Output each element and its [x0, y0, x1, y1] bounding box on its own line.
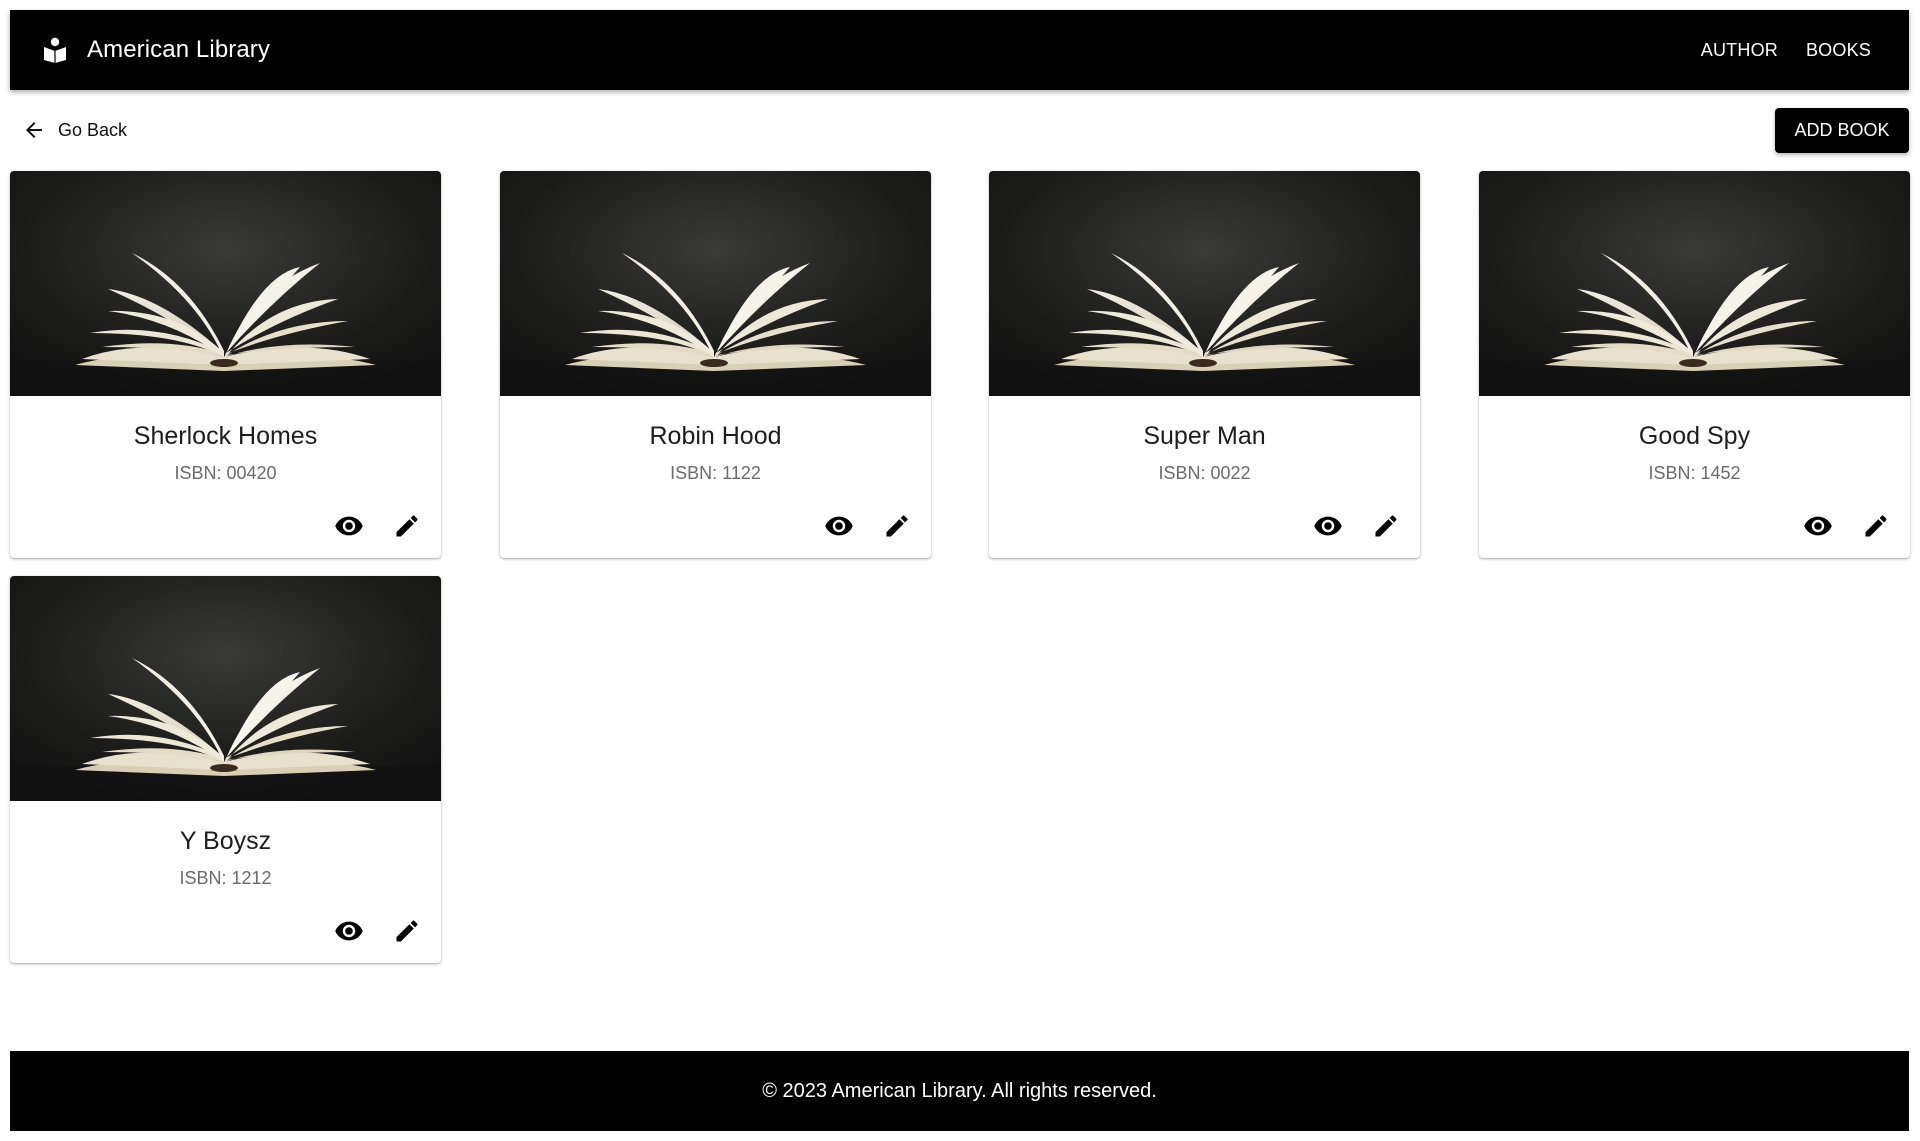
- eye-icon[interactable]: [1310, 508, 1346, 544]
- arrow-left-icon: [22, 118, 46, 142]
- book-isbn: ISBN: 1122: [670, 463, 761, 483]
- app-title: American Library: [87, 36, 270, 63]
- app-header: American Library AUTHOR BOOKS: [10, 10, 1909, 90]
- book-cover-image: [989, 171, 1420, 396]
- reading-book-icon: [41, 36, 69, 64]
- book-title: Super Man: [1143, 422, 1266, 450]
- book-title: Y Boysz: [179, 827, 272, 855]
- nav-books[interactable]: BOOKS: [1796, 32, 1881, 69]
- book-card: Sherlock Homes ISBN: 00420: [10, 171, 441, 558]
- book-cover-image: [10, 576, 441, 801]
- card-actions: [331, 508, 425, 544]
- app-footer: © 2023 American Library. All rights rese…: [10, 1051, 1909, 1131]
- book-card: Super Man ISBN: 0022: [989, 171, 1420, 558]
- book-isbn: ISBN: 1452: [1648, 463, 1741, 483]
- eye-icon[interactable]: [821, 508, 857, 544]
- copyright-text: © 2023 American Library. All rights rese…: [762, 1079, 1157, 1102]
- go-back-button[interactable]: Go Back: [22, 114, 127, 146]
- book-isbn: ISBN: 00420: [174, 463, 277, 483]
- pencil-icon[interactable]: [389, 508, 425, 544]
- pencil-icon[interactable]: [1368, 508, 1404, 544]
- eye-icon[interactable]: [331, 913, 367, 949]
- go-back-label: Go Back: [58, 119, 128, 140]
- eye-icon[interactable]: [1800, 508, 1836, 544]
- card-actions: [1800, 508, 1894, 544]
- book-cover-image: [500, 171, 931, 396]
- brand[interactable]: American Library: [41, 36, 270, 64]
- card-actions: [331, 913, 425, 949]
- card-actions: [1310, 508, 1404, 544]
- pencil-icon[interactable]: [1858, 508, 1894, 544]
- main-nav: AUTHOR BOOKS: [1691, 32, 1881, 69]
- book-card: Y Boysz ISBN: 1212: [10, 576, 441, 963]
- book-isbn: ISBN: 1212: [179, 868, 272, 888]
- page: American Library AUTHOR BOOKS Go Back AD…: [0, 0, 1920, 1141]
- book-cover-image: [1479, 171, 1910, 396]
- pencil-icon[interactable]: [389, 913, 425, 949]
- book-title: Sherlock Homes: [133, 422, 318, 450]
- book-title: Good Spy: [1638, 422, 1751, 450]
- book-isbn: ISBN: 0022: [1158, 463, 1251, 483]
- book-cover-image: [10, 171, 441, 396]
- book-card: Robin Hood ISBN: 1122: [500, 171, 931, 558]
- nav-author[interactable]: AUTHOR: [1691, 32, 1788, 69]
- add-book-button[interactable]: ADD BOOK: [1775, 108, 1909, 153]
- card-actions: [821, 508, 915, 544]
- pencil-icon[interactable]: [879, 508, 915, 544]
- book-title: Robin Hood: [649, 422, 782, 450]
- eye-icon[interactable]: [331, 508, 367, 544]
- book-card: Good Spy ISBN: 1452: [1479, 171, 1910, 558]
